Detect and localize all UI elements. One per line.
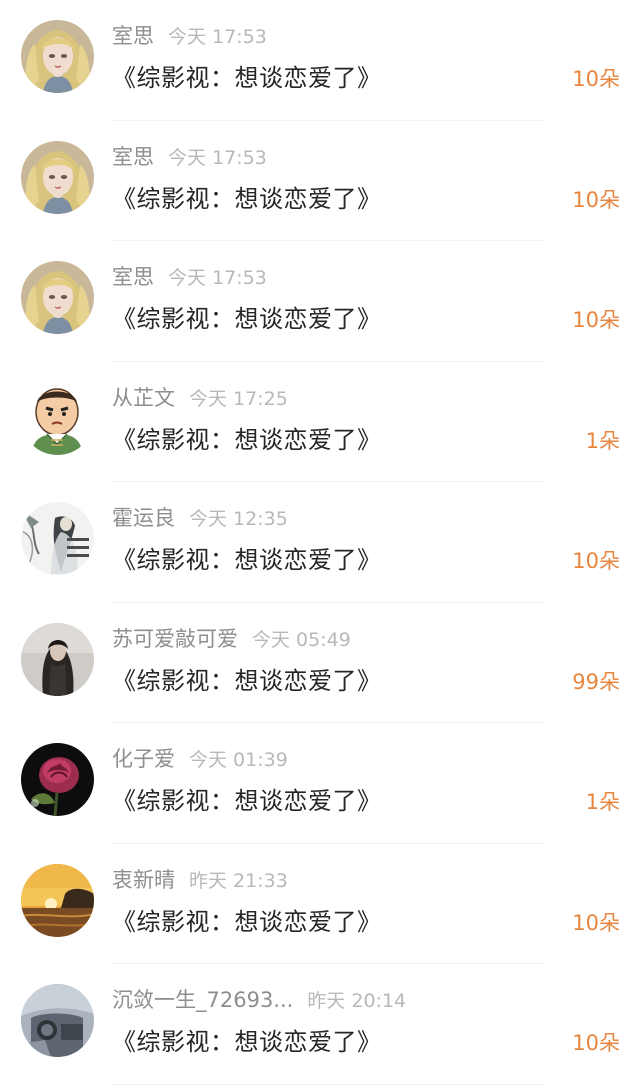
avatar[interactable] <box>21 984 94 1057</box>
list-item[interactable]: 衷新晴 昨天 21:33 《综影视：想谈恋爱了》 10朵 <box>0 844 640 964</box>
dark-hair-girl-avatar-image <box>21 623 94 696</box>
item-meta: 从芷文 今天 17:25 <box>112 382 288 414</box>
timestamp: 昨天 21:33 <box>189 869 288 892</box>
item-meta: 化子爱 今天 01:39 <box>112 743 288 775</box>
username[interactable]: 从芷文 <box>112 386 175 410</box>
item-meta: 衷新晴 昨天 21:33 <box>112 864 288 896</box>
flower-amount: 10朵 <box>572 549 620 573</box>
username[interactable]: 化子爱 <box>112 747 175 771</box>
timestamp: 今天 01:39 <box>189 749 288 771</box>
timestamp: 今天 17:53 <box>168 26 267 48</box>
timestamp: 今天 17:53 <box>168 146 267 169</box>
avatar[interactable] <box>21 20 94 93</box>
flower-amount: 99朵 <box>572 669 620 694</box>
list-item[interactable]: 室思 今天 17:53 《综影视：想谈恋爱了》 10朵 <box>0 0 640 121</box>
sunset-sea-avatar-image <box>21 864 94 937</box>
avatar[interactable] <box>21 864 94 937</box>
item-meta: 霍运良 今天 12:35 <box>112 502 288 534</box>
flower-amount: 10朵 <box>572 67 620 91</box>
book-title[interactable]: 《综影视：想谈恋爱了》 <box>112 783 382 819</box>
cartoon-official-avatar-image <box>21 382 94 455</box>
list-item[interactable]: 室思 今天 17:53 《综影视：想谈恋爱了》 10朵 <box>0 121 640 241</box>
list-item[interactable]: 沉敛一生_72693... 昨天 20:14 《综影视：想谈恋爱了》 10朵 <box>0 964 640 1085</box>
item-meta: 苏可爱敲可爱 今天 05:49 <box>112 623 351 655</box>
timestamp: 今天 05:49 <box>252 628 351 651</box>
list-item[interactable]: 室思 今天 17:53 《综影视：想谈恋爱了》 10朵 <box>0 241 640 362</box>
flower-amount: 10朵 <box>572 910 620 935</box>
flower-amount: 1朵 <box>585 790 620 814</box>
username[interactable]: 霍运良 <box>112 506 175 530</box>
username[interactable]: 沉敛一生_72693... <box>112 988 293 1012</box>
list-item[interactable]: 从芷文 今天 17:25 《综影视：想谈恋爱了》 1朵 <box>0 362 640 482</box>
item-meta: 沉敛一生_72693... 昨天 20:14 <box>112 984 406 1016</box>
avatar[interactable] <box>21 382 94 455</box>
book-title[interactable]: 《综影视：想谈恋爱了》 <box>112 60 382 96</box>
book-title[interactable]: 《综影视：想谈恋爱了》 <box>112 181 382 217</box>
flower-amount: 10朵 <box>572 1031 620 1055</box>
flower-amount: 10朵 <box>572 308 620 332</box>
flower-amount: 1朵 <box>585 428 620 453</box>
avatar[interactable] <box>21 743 94 816</box>
list-item[interactable]: 霍运良 今天 12:35 《综影视：想谈恋爱了》 10朵 <box>0 482 640 603</box>
ink-painting-avatar-image <box>21 502 94 575</box>
book-title[interactable]: 《综影视：想谈恋爱了》 <box>112 663 382 699</box>
username[interactable]: 衷新晴 <box>112 868 175 892</box>
book-title[interactable]: 《综影视：想谈恋爱了》 <box>112 542 382 578</box>
book-title[interactable]: 《综影视：想谈恋爱了》 <box>112 904 382 940</box>
item-meta: 室思 今天 17:53 <box>112 20 267 52</box>
book-title[interactable]: 《综影视：想谈恋爱了》 <box>112 1024 382 1060</box>
avatar[interactable] <box>21 623 94 696</box>
anime-girl-avatar-image <box>21 141 94 214</box>
avatar[interactable] <box>21 502 94 575</box>
timestamp: 昨天 20:14 <box>307 990 407 1012</box>
book-title[interactable]: 《综影视：想谈恋爱了》 <box>112 422 382 458</box>
avatar[interactable] <box>21 261 94 334</box>
car-interior-avatar-image <box>21 984 94 1057</box>
list-item[interactable]: 化子爱 今天 01:39 《综影视：想谈恋爱了》 1朵 <box>0 723 640 844</box>
anime-girl-avatar-image <box>21 261 94 334</box>
gift-record-list: 室思 今天 17:53 《综影视：想谈恋爱了》 10朵 室思 今天 17:53 《综… <box>0 0 640 1088</box>
avatar[interactable] <box>21 141 94 214</box>
list-item[interactable]: 苏可爱敲可爱 今天 05:49 《综影视：想谈恋爱了》 99朵 <box>0 603 640 723</box>
timestamp: 今天 12:35 <box>189 508 288 530</box>
timestamp: 今天 17:53 <box>168 267 267 289</box>
item-meta: 室思 今天 17:53 <box>112 261 267 293</box>
username[interactable]: 室思 <box>112 145 154 169</box>
rose-avatar-image <box>21 743 94 816</box>
item-meta: 室思 今天 17:53 <box>112 141 267 173</box>
timestamp: 今天 17:25 <box>189 387 288 410</box>
row-divider <box>112 1083 544 1085</box>
book-title[interactable]: 《综影视：想谈恋爱了》 <box>112 301 382 337</box>
flower-amount: 10朵 <box>572 187 620 212</box>
anime-girl-avatar-image <box>21 20 94 93</box>
username[interactable]: 室思 <box>112 24 154 48</box>
username[interactable]: 室思 <box>112 265 154 289</box>
username[interactable]: 苏可爱敲可爱 <box>112 627 238 651</box>
